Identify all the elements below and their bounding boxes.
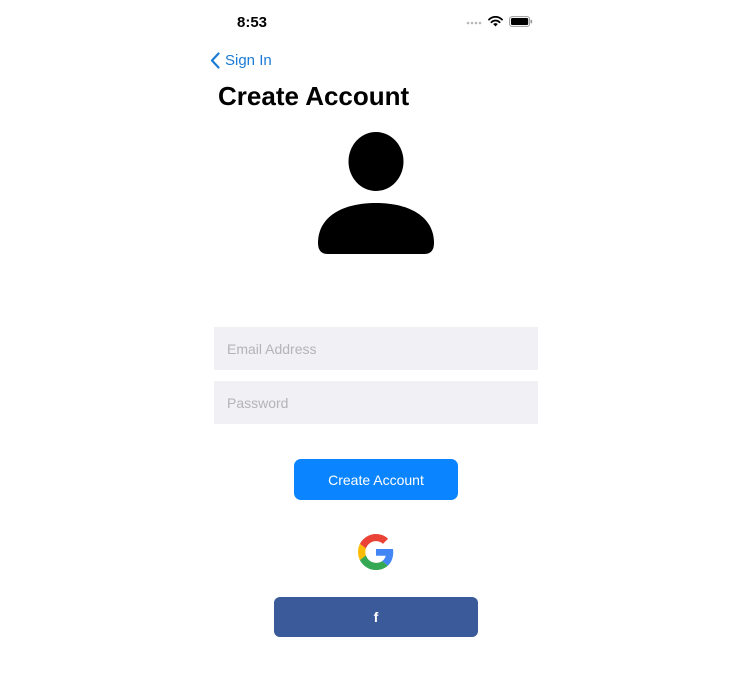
email-field[interactable]: [214, 327, 538, 370]
back-button-label: Sign In: [225, 51, 272, 69]
person-icon: [318, 132, 434, 254]
back-button[interactable]: Sign In: [210, 50, 272, 70]
status-time: 8:53: [237, 14, 268, 31]
wifi-icon: [488, 16, 503, 27]
chevron-left-icon: [210, 51, 220, 69]
google-sign-in-button[interactable]: [358, 534, 394, 570]
cellular-dots-icon: [466, 21, 482, 24]
password-field[interactable]: [214, 381, 538, 424]
battery-icon: [509, 16, 533, 27]
facebook-sign-in-button[interactable]: f: [274, 597, 478, 637]
google-logo-icon: [358, 534, 394, 570]
page-title: Create Account: [218, 81, 410, 111]
create-account-button[interactable]: Create Account: [294, 459, 458, 500]
create-account-screen: 8:53 Sign In Create Account Create: [0, 0, 751, 683]
status-icons: [466, 16, 533, 27]
